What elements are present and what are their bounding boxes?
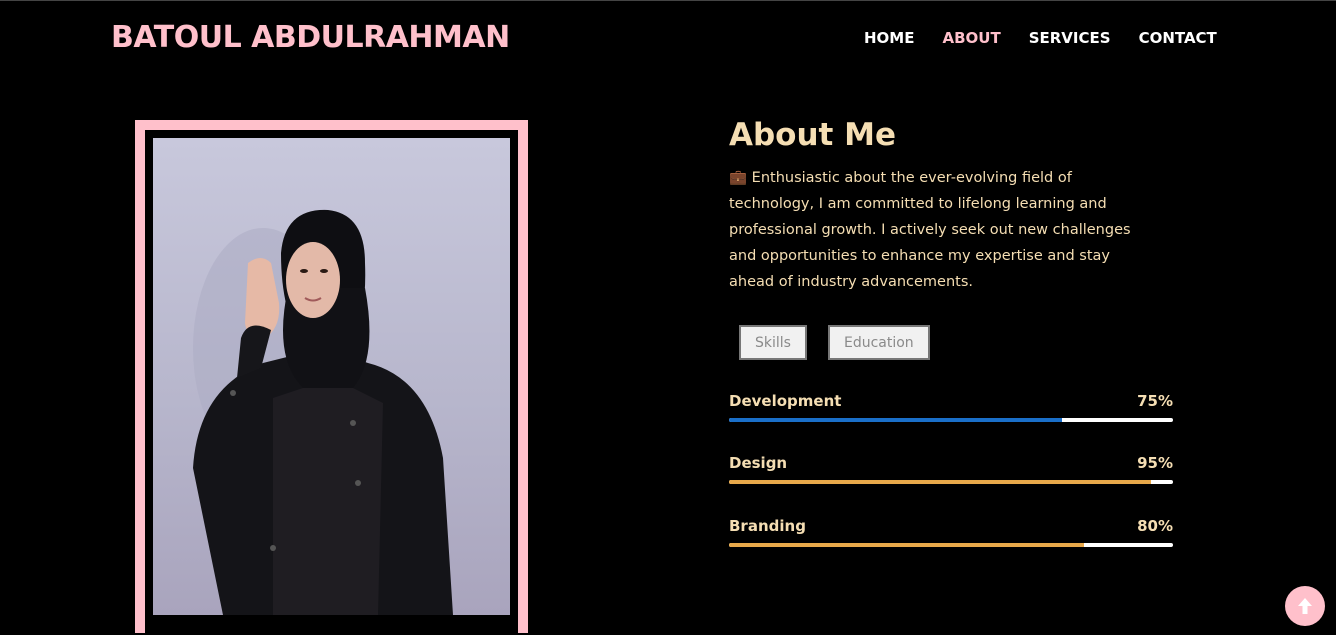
site-logo-text[interactable]: BATOUL ABDULRAHMAN: [111, 20, 510, 55]
profile-photo-frame: [135, 120, 528, 633]
tab-skills[interactable]: Skills: [739, 325, 807, 360]
main-nav: HOME ABOUT SERVICES CONTACT: [864, 29, 1245, 47]
nav-contact[interactable]: CONTACT: [1139, 29, 1217, 47]
progress-track: [729, 418, 1173, 422]
skill-design: Design 95%: [729, 454, 1173, 484]
skill-percent: 80%: [1137, 517, 1173, 535]
nav-home[interactable]: HOME: [864, 29, 914, 47]
arrow-up-icon: [1298, 598, 1312, 614]
progress-fill: [729, 418, 1062, 422]
skill-name: Design: [729, 454, 788, 472]
skill-name: Development: [729, 392, 842, 410]
portrait-illustration: [193, 209, 453, 615]
profile-photo-border: [145, 130, 518, 633]
skill-development: Development 75%: [729, 392, 1173, 422]
progress-fill: [729, 480, 1151, 484]
tab-education[interactable]: Education: [827, 325, 930, 360]
skill-percent: 75%: [1137, 392, 1173, 410]
profile-photo: [153, 138, 510, 615]
scroll-top-button[interactable]: [1285, 586, 1325, 626]
skill-name: Branding: [729, 517, 806, 535]
page: BATOUL ABDULRAHMAN HOME ABOUT SERVICES C…: [0, 0, 1336, 635]
nav-about[interactable]: ABOUT: [942, 29, 1000, 47]
nav-services[interactable]: SERVICES: [1029, 29, 1111, 47]
skill-percent: 95%: [1137, 454, 1173, 472]
about-title: About Me: [729, 117, 897, 153]
about-tabs: Skills Education: [739, 325, 951, 360]
progress-track: [729, 480, 1173, 484]
about-description: 💼 Enthusiastic about the ever-evolving f…: [729, 170, 1131, 290]
skill-branding: Branding 80%: [729, 517, 1173, 547]
progress-track: [729, 543, 1173, 547]
progress-fill: [729, 543, 1085, 547]
